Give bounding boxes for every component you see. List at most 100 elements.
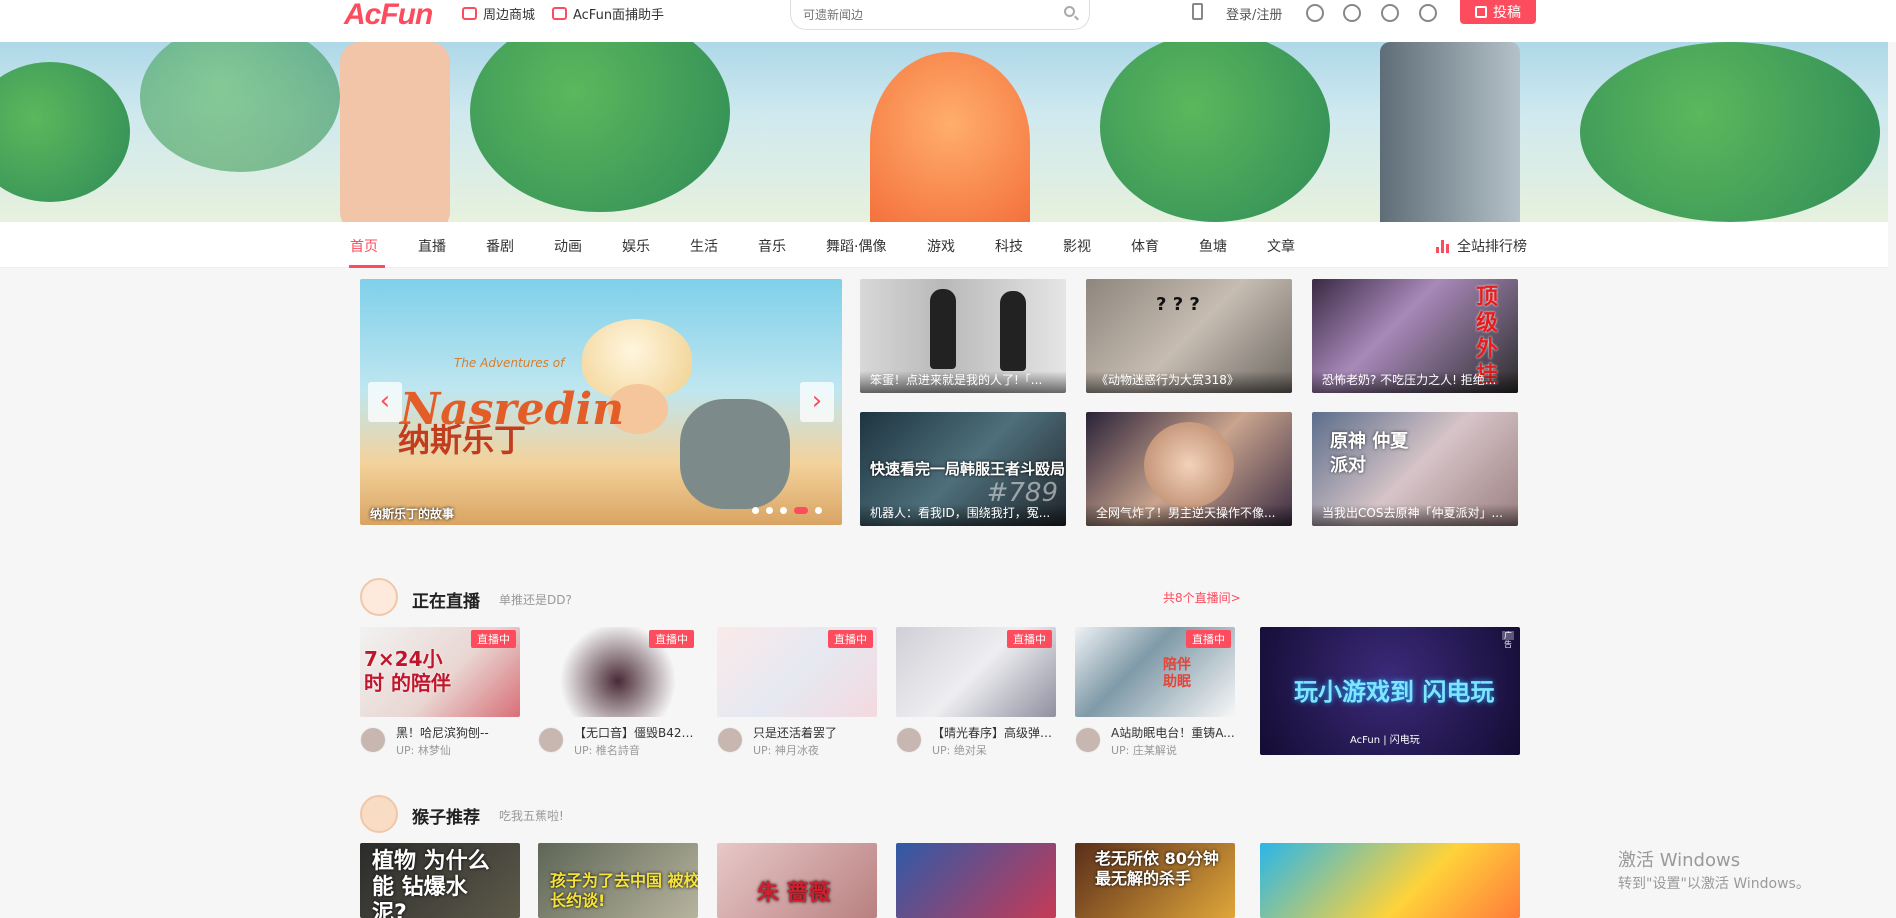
acfun-logo[interactable]: AcFun bbox=[344, 0, 433, 32]
banner-tree bbox=[1580, 42, 1880, 222]
avatar[interactable] bbox=[896, 727, 922, 753]
banner-tree bbox=[470, 42, 730, 212]
carousel-caption: 纳斯乐丁的故事 bbox=[370, 507, 455, 521]
live-card-5-title[interactable]: A站助眠电台！重铸A... bbox=[1111, 724, 1235, 741]
nav-active-indicator bbox=[349, 265, 385, 268]
nav-item-sports[interactable]: 体育 bbox=[1131, 236, 1159, 256]
nav-item-home[interactable]: 首页 bbox=[350, 236, 378, 256]
nav-item-bangumi[interactable]: 番剧 bbox=[486, 236, 514, 256]
recommend-card-5[interactable]: 老无所依 80分钟最无解的杀手 bbox=[1075, 843, 1235, 918]
live-card-4[interactable]: 直播中 【晴光春序】高级弹幕... UP: 绝对呆 bbox=[896, 627, 1056, 757]
live-section-icon bbox=[360, 578, 398, 616]
carousel-next-button[interactable]: › bbox=[800, 382, 834, 422]
carousel-dot[interactable] bbox=[766, 507, 773, 514]
carousel-dot-active[interactable] bbox=[794, 507, 808, 514]
featured-video-2-title: 《动物迷惑行为大赏318》 bbox=[1086, 371, 1292, 393]
mobile-icon[interactable] bbox=[1192, 3, 1203, 20]
face-capture-link[interactable]: AcFun面捕助手 bbox=[552, 4, 664, 23]
featured-video-2[interactable]: ? ? ? 《动物迷惑行为大赏318》 bbox=[1086, 279, 1292, 393]
recommend-card-1-overlay: 植物 为什么能 钻爆水泥? bbox=[372, 849, 490, 918]
avatar[interactable] bbox=[1075, 727, 1101, 753]
bulb-icon[interactable] bbox=[1419, 4, 1437, 22]
upload-button[interactable]: 投稿 bbox=[1460, 0, 1536, 24]
nav-item-dance[interactable]: 舞蹈·偶像 bbox=[826, 236, 886, 256]
nav-item-game[interactable]: 游戏 bbox=[927, 236, 955, 256]
featured-video-4-overlay: 快速看完一局韩服王者斗殴局 bbox=[870, 460, 1066, 478]
live-card-5[interactable]: 陪伴 助眠 直播中 A站助眠电台！重铸A... UP: 庄某解说 bbox=[1075, 627, 1235, 757]
featured-video-5-title: 全网气炸了！男主逆天操作不像... bbox=[1086, 504, 1292, 526]
nav-item-animation[interactable]: 动画 bbox=[554, 236, 582, 256]
ranking-link-label: 全站排行榜 bbox=[1457, 239, 1527, 255]
live-card-3-title[interactable]: 只是还活着罢了 bbox=[753, 724, 877, 741]
live-badge: 直播中 bbox=[649, 630, 694, 648]
live-card-5-uploader[interactable]: UP: 庄某解说 bbox=[1111, 742, 1177, 758]
recommend-card-3[interactable]: 朱 蔷薇 bbox=[717, 843, 877, 918]
live-badge: 直播中 bbox=[828, 630, 873, 648]
live-badge: 直播中 bbox=[1186, 630, 1231, 648]
live-card-2-title[interactable]: 【无口音】僵毁B42股... bbox=[574, 724, 698, 741]
live-card-3-cover: 直播中 bbox=[717, 627, 877, 717]
ad-brand: AcFun | 闪电玩 bbox=[1350, 735, 1420, 746]
live-card-1-cover: 7×24小时 的陪伴 直播中 bbox=[360, 627, 520, 717]
live-section-subtitle: 单推还是DD? bbox=[499, 593, 572, 607]
nav-item-film[interactable]: 影视 bbox=[1063, 236, 1091, 256]
carousel-dot[interactable] bbox=[780, 507, 787, 514]
carousel-dot[interactable] bbox=[752, 507, 759, 514]
live-card-3[interactable]: 直播中 只是还活着罢了 UP: 神月冰夜 bbox=[717, 627, 877, 757]
live-card-2[interactable]: 直播中 【无口音】僵毁B42股... UP: 椎名詩音 bbox=[538, 627, 698, 757]
featured-video-6[interactable]: 原神 仲夏派对 当我出COS去原神「仲夏派对」... bbox=[1312, 412, 1518, 526]
upload-icon bbox=[1475, 6, 1487, 18]
live-card-1-title[interactable]: 黑！哈尼滨狗刨-- bbox=[396, 724, 520, 741]
banner-gate bbox=[140, 42, 340, 172]
avatar[interactable] bbox=[360, 727, 386, 753]
avatar[interactable] bbox=[717, 727, 743, 753]
live-card-1[interactable]: 7×24小时 的陪伴 直播中 黑！哈尼滨狗刨-- UP: 林梦仙 bbox=[360, 627, 520, 757]
banner-character bbox=[870, 52, 1030, 222]
nav-item-tech[interactable]: 科技 bbox=[995, 236, 1023, 256]
ranking-link[interactable]: 全站排行榜 bbox=[1436, 236, 1527, 256]
search-input[interactable] bbox=[803, 5, 1043, 25]
recommend-card-6[interactable] bbox=[1260, 843, 1520, 918]
banner-robot-arm bbox=[1380, 42, 1520, 222]
live-card-5-cover: 陪伴 助眠 直播中 bbox=[1075, 627, 1235, 717]
upload-button-label: 投稿 bbox=[1493, 5, 1521, 21]
live-card-2-uploader[interactable]: UP: 椎名詩音 bbox=[574, 742, 640, 758]
recommend-card-1[interactable]: 植物 为什么能 钻爆水泥? bbox=[360, 843, 520, 918]
nav-item-pond[interactable]: 鱼塘 bbox=[1199, 236, 1227, 256]
featured-video-6-overlay: 原神 仲夏派对 bbox=[1330, 431, 1409, 476]
carousel-dot[interactable] bbox=[815, 507, 822, 514]
top-bar: AcFun 周边商城 AcFun面捕助手 登录/注册 投稿 bbox=[0, 0, 1896, 42]
nav-item-music[interactable]: 音乐 bbox=[758, 236, 786, 256]
recommend-card-4[interactable] bbox=[896, 843, 1056, 918]
recommend-card-2[interactable]: 孩子为了去中国 被校长约谈! bbox=[538, 843, 698, 918]
nav-item-article[interactable]: 文章 bbox=[1267, 236, 1295, 256]
live-card-3-uploader[interactable]: UP: 神月冰夜 bbox=[753, 742, 819, 758]
featured-video-5[interactable]: 全网气炸了！男主逆天操作不像... bbox=[1086, 412, 1292, 526]
featured-video-1[interactable]: 笨蛋！点进来就是我的人了!「... bbox=[860, 279, 1066, 393]
carousel-dots bbox=[752, 507, 822, 514]
featured-video-3[interactable]: 顶级外挂 恐怖老奶? 不吃压力之人! 拒绝... bbox=[1312, 279, 1518, 393]
nav-item-live[interactable]: 直播 bbox=[418, 236, 446, 256]
history-icon[interactable] bbox=[1343, 4, 1361, 22]
monkey-section-subtitle: 吃我五蕉啦! bbox=[499, 809, 564, 823]
nav-item-life[interactable]: 生活 bbox=[690, 236, 718, 256]
message-icon[interactable] bbox=[1306, 4, 1324, 22]
live-card-4-uploader[interactable]: UP: 绝对呆 bbox=[932, 742, 987, 758]
hero-carousel[interactable]: The Adventures of Nasredin 纳斯乐丁 纳斯乐丁的故事 … bbox=[360, 279, 842, 525]
search-icon[interactable] bbox=[1064, 6, 1075, 17]
camera-icon bbox=[552, 7, 567, 20]
merch-link[interactable]: 周边商城 bbox=[462, 4, 535, 23]
login-register-link[interactable]: 登录/注册 bbox=[1226, 4, 1282, 23]
live-card-1-uploader[interactable]: UP: 林梦仙 bbox=[396, 742, 451, 758]
avatar[interactable] bbox=[538, 727, 564, 753]
favorite-icon[interactable] bbox=[1381, 4, 1399, 22]
ranking-icon bbox=[1436, 239, 1449, 253]
live-more-link[interactable]: 共8个直播间> bbox=[1163, 589, 1241, 606]
nav-item-entertainment[interactable]: 娱乐 bbox=[622, 236, 650, 256]
featured-video-4[interactable]: 快速看完一局韩服王者斗殴局 #789 机器人：看我ID，围绕我打，冤... bbox=[860, 412, 1066, 526]
carousel-prev-button[interactable]: ‹ bbox=[368, 382, 402, 422]
live-card-4-title[interactable]: 【晴光春序】高级弹幕... bbox=[932, 724, 1056, 741]
featured-video-2-overlay: ? ? ? bbox=[1156, 294, 1200, 315]
ad-banner[interactable]: 玩小游戏到 闪电玩 AcFun | 闪电玩 广告 bbox=[1260, 627, 1520, 755]
header-banner[interactable] bbox=[0, 42, 1888, 222]
